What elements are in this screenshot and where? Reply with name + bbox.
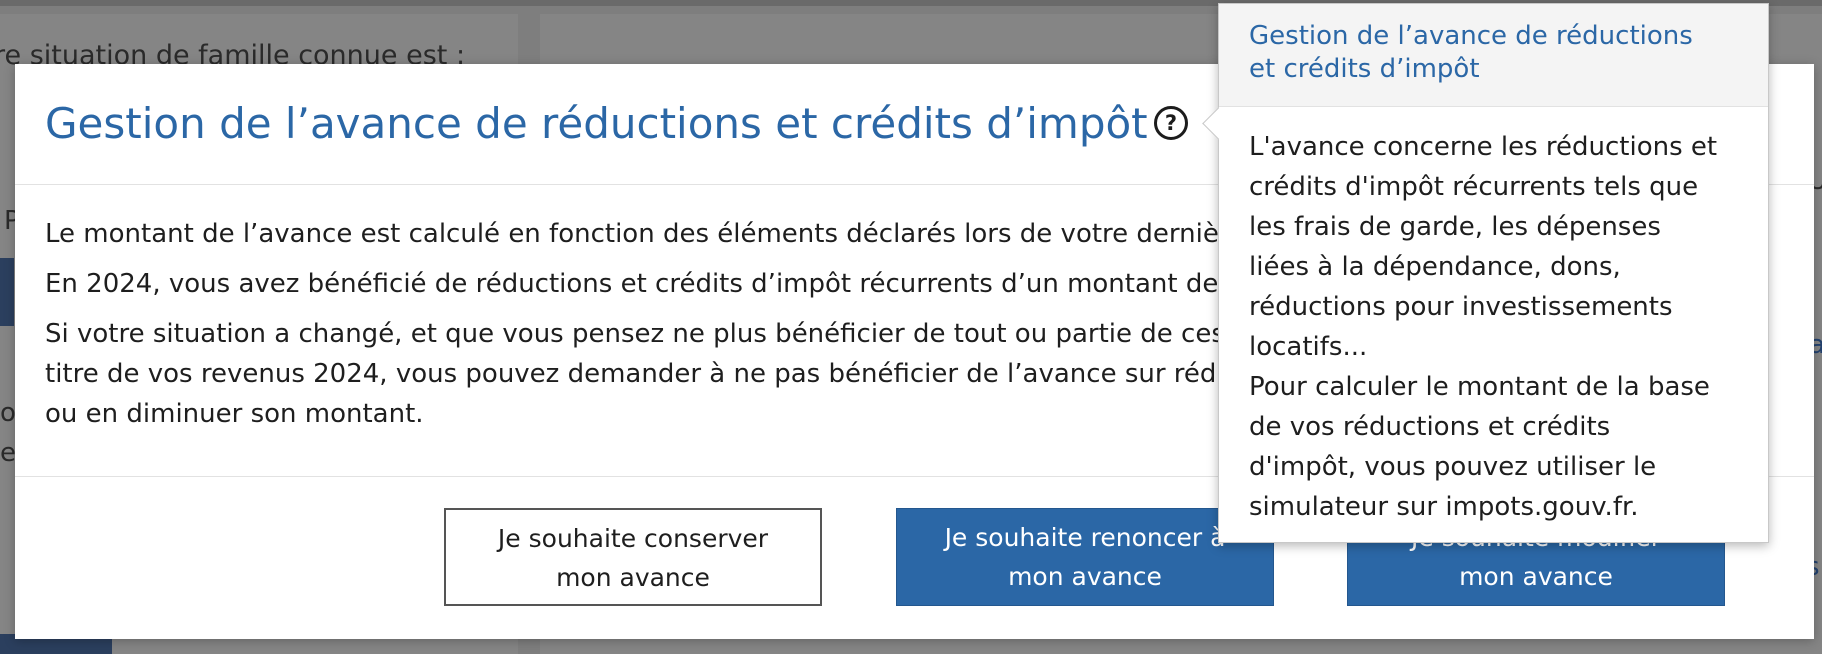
help-icon[interactable]: ?	[1154, 106, 1188, 140]
button-label-line: Je souhaite renoncer à	[944, 523, 1226, 552]
keep-advance-button[interactable]: Je souhaite conserver mon avance	[444, 508, 822, 606]
popover-text-line: simulateur sur impots.gouv.fr.	[1249, 492, 1639, 522]
help-popover: Gestion de l’avance de réductions et cré…	[1202, 3, 1769, 543]
popover-body: L'avance concerne les réductions et créd…	[1219, 107, 1768, 527]
button-label-line: Je souhaite conserver	[497, 524, 769, 553]
advance-calculation-text: Le montant de l’avance est calculé en fo…	[45, 219, 1225, 249]
dialog-body: Le montant de l’avance est calculé en fo…	[45, 214, 1225, 444]
popover-title-line: et crédits d’impôt	[1249, 54, 1480, 84]
background-edge-text: o	[0, 398, 16, 428]
popover-header: Gestion de l’avance de réductions et cré…	[1219, 4, 1768, 107]
popover-text-line: Pour calculer le montant de la base	[1249, 372, 1710, 402]
popover-text-line: de vos réductions et crédits	[1249, 412, 1611, 442]
popover-text-line: crédits d'impôt récurrents tels que	[1249, 172, 1699, 202]
situation-change-text-line-3: ou en diminuer son montant.	[45, 399, 424, 429]
button-label-line: mon avance	[1008, 562, 1162, 591]
popover-text-line: liées à la dépendance, dons,	[1249, 252, 1621, 282]
popover-title-line: Gestion de l’avance de réductions	[1249, 21, 1693, 51]
popover-text-line: les frais de garde, les dépenses	[1249, 212, 1661, 242]
background-navy-block	[0, 258, 14, 326]
popover-text-line: L'avance concerne les réductions et	[1249, 132, 1718, 162]
popover-text-line: réductions pour investissements	[1249, 292, 1673, 322]
situation-change-text-line-2: titre de vos revenus 2024, vous pouvez d…	[45, 359, 1225, 389]
popover-text-line: locatifs...	[1249, 332, 1368, 362]
button-label-line: mon avance	[1459, 562, 1613, 591]
previous-benefit-text: En 2024, vous avez bénéficié de réductio…	[45, 269, 1225, 299]
dialog-title: Gestion de l’avance de réductions et cré…	[45, 99, 1148, 148]
situation-change-text: Si votre situation a changé, et que vous…	[45, 319, 1225, 349]
button-label-line: mon avance	[556, 563, 710, 592]
popover-title: Gestion de l’avance de réductions et cré…	[1249, 20, 1738, 86]
popover-text-line: d'impôt, vous pouvez utiliser le	[1249, 452, 1657, 482]
